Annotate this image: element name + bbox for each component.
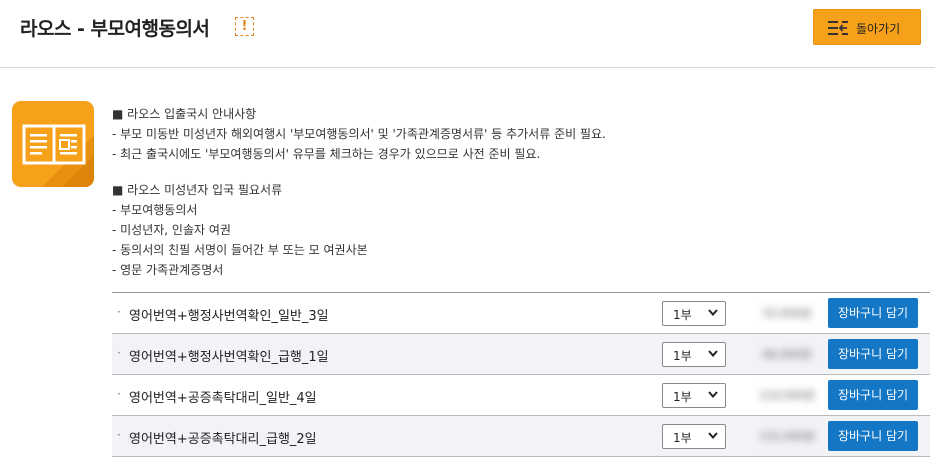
price: 110,000원 — [759, 389, 815, 402]
chevron-down-icon — [708, 309, 718, 317]
notice-line: - 부모여행동의서 — [112, 203, 198, 217]
document-book-icon — [12, 101, 94, 187]
quantity-select[interactable]: 1부 — [662, 424, 726, 449]
back-button-label: 돌아가기 — [856, 22, 901, 36]
exclamation-icon[interactable]: ! — [235, 17, 254, 36]
notice-line: ■ 라오스 미성년자 입국 필요서류 — [112, 183, 283, 197]
bullet: · — [117, 428, 121, 442]
quantity-value: 1부 — [673, 431, 692, 445]
quantity-select[interactable]: 1부 — [662, 342, 726, 367]
price: 132,000원 — [759, 430, 815, 443]
bullet: · — [117, 387, 121, 401]
add-to-cart-button[interactable]: 장바구니 담기 — [828, 421, 918, 451]
quantity-select[interactable]: 1부 — [662, 301, 726, 326]
product-row: · 영어번역+행정사번역확인_급행_1일 1부 66,000원 장바구니 담기 — [112, 334, 930, 375]
notice-line: - 미성년자, 인솔자 여권 — [112, 223, 231, 237]
notice-line: - 부모 미동반 미성년자 해외여행시 '부모여행동의서' 및 '가족관계증명서… — [112, 127, 606, 141]
page-header: 라오스 - 부모여행동의서 ! 돌아가기 — [0, 0, 935, 68]
quantity-select[interactable]: 1부 — [662, 383, 726, 408]
product-name: 영어번역+공증촉탁대리_급행_2일 — [129, 432, 317, 447]
page-title: 라오스 - 부모여행동의서 — [20, 18, 210, 40]
quantity-value: 1부 — [673, 390, 692, 404]
price: 55,000원 — [762, 307, 812, 320]
product-row: · 영어번역+행정사번역확인_일반_3일 1부 55,000원 장바구니 담기 — [112, 293, 930, 334]
notice-line: ■ 라오스 입출국시 안내사항 — [112, 107, 257, 121]
product-name: 영어번역+행정사번역확인_일반_3일 — [129, 309, 329, 324]
add-to-cart-button[interactable]: 장바구니 담기 — [828, 339, 918, 369]
notice-line: - 영문 가족관계증명서 — [112, 263, 224, 277]
list-back-icon — [828, 21, 848, 35]
product-name: 영어번역+공증촉탁대리_일반_4일 — [129, 391, 317, 406]
chevron-down-icon — [708, 432, 718, 440]
product-list: · 영어번역+행정사번역확인_일반_3일 1부 55,000원 장바구니 담기 … — [112, 292, 930, 457]
add-to-cart-button[interactable]: 장바구니 담기 — [828, 380, 918, 410]
quantity-value: 1부 — [673, 308, 692, 322]
notice-line: - 최근 출국시에도 '부모여행동의서' 유무를 체크하는 경우가 있으므로 사… — [112, 147, 541, 161]
notice-line: - 동의서의 친필 서명이 들어간 부 또는 모 여권사본 — [112, 243, 368, 257]
product-row: · 영어번역+공증촉탁대리_급행_2일 1부 132,000원 장바구니 담기 — [112, 416, 930, 457]
chevron-down-icon — [708, 350, 718, 358]
price: 66,000원 — [762, 348, 812, 361]
back-button[interactable]: 돌아가기 — [813, 9, 921, 45]
quantity-value: 1부 — [673, 349, 692, 363]
product-row: · 영어번역+공증촉탁대리_일반_4일 1부 110,000원 장바구니 담기 — [112, 375, 930, 416]
notice-text: ■ 라오스 입출국시 안내사항 - 부모 미동반 미성년자 해외여행시 '부모여… — [112, 104, 672, 280]
product-name: 영어번역+행정사번역확인_급행_1일 — [129, 350, 329, 365]
chevron-down-icon — [708, 391, 718, 399]
add-to-cart-button[interactable]: 장바구니 담기 — [828, 298, 918, 328]
bullet: · — [117, 305, 121, 319]
bullet: · — [117, 346, 121, 360]
